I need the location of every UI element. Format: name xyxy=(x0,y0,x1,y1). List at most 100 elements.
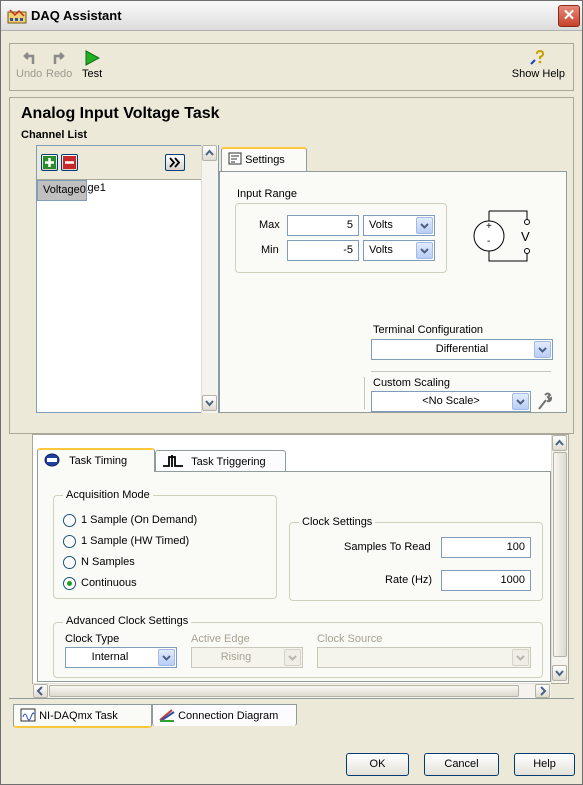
undo-label: Undo xyxy=(16,68,43,80)
undo-button[interactable]: Undo xyxy=(16,50,42,80)
scroll-up-button[interactable] xyxy=(552,435,567,451)
mode-option-label: 1 Sample (HW Timed) xyxy=(81,535,190,547)
channel-item[interactable]: Voltage0 xyxy=(37,180,87,201)
rate-label: Rate (Hz) xyxy=(385,574,433,586)
redo-label: Redo xyxy=(46,68,73,80)
tab-nidaqmx-label: NI-DAQmx Task xyxy=(39,710,118,722)
clock-type-value: Internal xyxy=(91,651,129,663)
terminal-config-label: Terminal Configuration xyxy=(373,324,484,336)
chevron-down-icon xyxy=(555,670,564,677)
input-range-group xyxy=(235,203,447,273)
tab-connection-diagram[interactable]: Connection Diagram xyxy=(152,704,297,726)
settings-icon xyxy=(228,152,242,165)
show-help-button[interactable]: Show Help xyxy=(512,50,565,80)
mode-option-label: 1 Sample (On Demand) xyxy=(81,514,198,526)
remove-channel-button[interactable] xyxy=(61,154,78,171)
schematic-plus-label: + xyxy=(486,221,492,232)
active-edge-label: Active Edge xyxy=(191,633,250,645)
minus-icon xyxy=(63,156,76,169)
test-label: Test xyxy=(82,68,103,80)
cancel-button[interactable]: Cancel xyxy=(424,753,499,776)
wrench-icon[interactable] xyxy=(535,391,553,411)
max-units-select[interactable]: Volts xyxy=(363,215,435,236)
custom-scaling-label: Custom Scaling xyxy=(373,377,451,389)
schematic-v-label: V xyxy=(521,229,530,244)
acquisition-mode-label: Acquisition Mode xyxy=(63,489,153,501)
tab-settings[interactable]: Settings xyxy=(221,147,307,171)
mode-radio[interactable] xyxy=(63,514,76,527)
channel-list-label: Channel List xyxy=(21,129,88,141)
active-edge-value: Rising xyxy=(220,651,252,663)
input-range-label: Input Range xyxy=(237,188,297,200)
scroll-thumb[interactable] xyxy=(49,685,519,697)
samples-to-read-input[interactable]: 100 xyxy=(441,537,531,558)
mode-radio[interactable] xyxy=(63,556,76,569)
scroll-thumb[interactable] xyxy=(553,452,567,657)
scroll-right-button[interactable] xyxy=(535,684,550,698)
mode-option-label: Continuous xyxy=(81,577,137,589)
double-chevron-right-icon xyxy=(169,157,181,168)
divider xyxy=(364,377,365,409)
mode-option-label: N Samples xyxy=(81,556,135,568)
clock-source-select[interactable] xyxy=(317,647,531,668)
divider xyxy=(371,371,551,372)
rate-input[interactable]: 1000 xyxy=(441,570,531,591)
schematic-minus-label: - xyxy=(487,236,491,247)
task-title: Analog Input Voltage Task xyxy=(21,105,220,122)
min-input[interactable]: -5 xyxy=(287,240,359,261)
add-channel-button[interactable] xyxy=(41,154,58,171)
dropdown-arrow-icon xyxy=(512,393,529,410)
show-help-label: Show Help xyxy=(511,68,565,80)
samples-to-read-label: Samples To Read xyxy=(344,541,431,553)
max-label: Max xyxy=(259,219,280,231)
dropdown-arrow-icon xyxy=(284,649,301,666)
custom-scaling-value: <No Scale> xyxy=(422,395,480,407)
chevron-down-icon xyxy=(205,400,214,407)
chevron-up-icon xyxy=(555,439,564,446)
mode-radio[interactable] xyxy=(63,535,76,548)
trigger-edge-icon xyxy=(163,455,183,467)
timing-horizontal-scrollbar[interactable] xyxy=(33,683,551,698)
scroll-down-button[interactable] xyxy=(552,665,567,681)
scroll-up-button[interactable] xyxy=(202,145,217,161)
tab-task-triggering[interactable]: Task Triggering xyxy=(155,450,286,472)
dropdown-arrow-icon xyxy=(416,217,433,234)
dropdown-arrow-icon xyxy=(416,242,433,259)
active-edge-select[interactable]: Rising xyxy=(191,647,303,668)
scroll-left-button[interactable] xyxy=(33,684,48,698)
timing-panel-scrollbar[interactable] xyxy=(551,435,568,683)
mode-radio-selected[interactable] xyxy=(63,577,76,590)
clock-type-select[interactable]: Internal xyxy=(65,647,177,668)
tab-connection-label: Connection Diagram xyxy=(178,710,279,722)
run-arrow-icon xyxy=(85,50,101,66)
terminal-config-value: Differential xyxy=(435,343,489,355)
channel-list: Voltage0 Voltage1 xyxy=(36,145,219,413)
help-button[interactable]: Help xyxy=(514,753,575,776)
tab-task-timing-label: Task Timing xyxy=(69,455,128,467)
terminal-config-select[interactable]: Differential xyxy=(371,339,553,360)
max-input[interactable]: 5 xyxy=(287,215,359,236)
chevron-left-icon xyxy=(36,686,43,696)
min-label: Min xyxy=(261,244,279,256)
expand-channels-button[interactable] xyxy=(165,154,185,171)
test-button[interactable]: Test xyxy=(82,50,102,80)
daq-app-icon xyxy=(7,9,27,24)
scroll-down-button[interactable] xyxy=(202,395,217,411)
close-button[interactable]: ✕ xyxy=(558,5,580,27)
daq-assistant-window: DAQ Assistant ✕ Undo Redo Test Show Help… xyxy=(0,0,583,785)
custom-scaling-select[interactable]: <No Scale> xyxy=(371,391,531,412)
help-question-icon xyxy=(530,50,545,65)
max-units-value: Volts xyxy=(369,219,393,231)
tab-task-timing[interactable]: Task Timing xyxy=(37,448,155,472)
tab-task-triggering-label: Task Triggering xyxy=(191,456,266,468)
redo-button[interactable]: Redo xyxy=(46,50,72,80)
tab-settings-label: Settings xyxy=(245,154,285,166)
channel-list-scrollbar[interactable] xyxy=(201,145,218,413)
title-bar: DAQ Assistant ✕ xyxy=(1,1,582,31)
min-units-select[interactable]: Volts xyxy=(363,240,435,261)
dropdown-arrow-icon xyxy=(534,341,551,358)
advanced-clock-label: Advanced Clock Settings xyxy=(63,615,192,627)
tab-nidaqmx-task[interactable]: NI-DAQmx Task xyxy=(13,704,152,728)
ok-button[interactable]: OK xyxy=(346,753,409,776)
clock-settings-label: Clock Settings xyxy=(299,516,376,528)
